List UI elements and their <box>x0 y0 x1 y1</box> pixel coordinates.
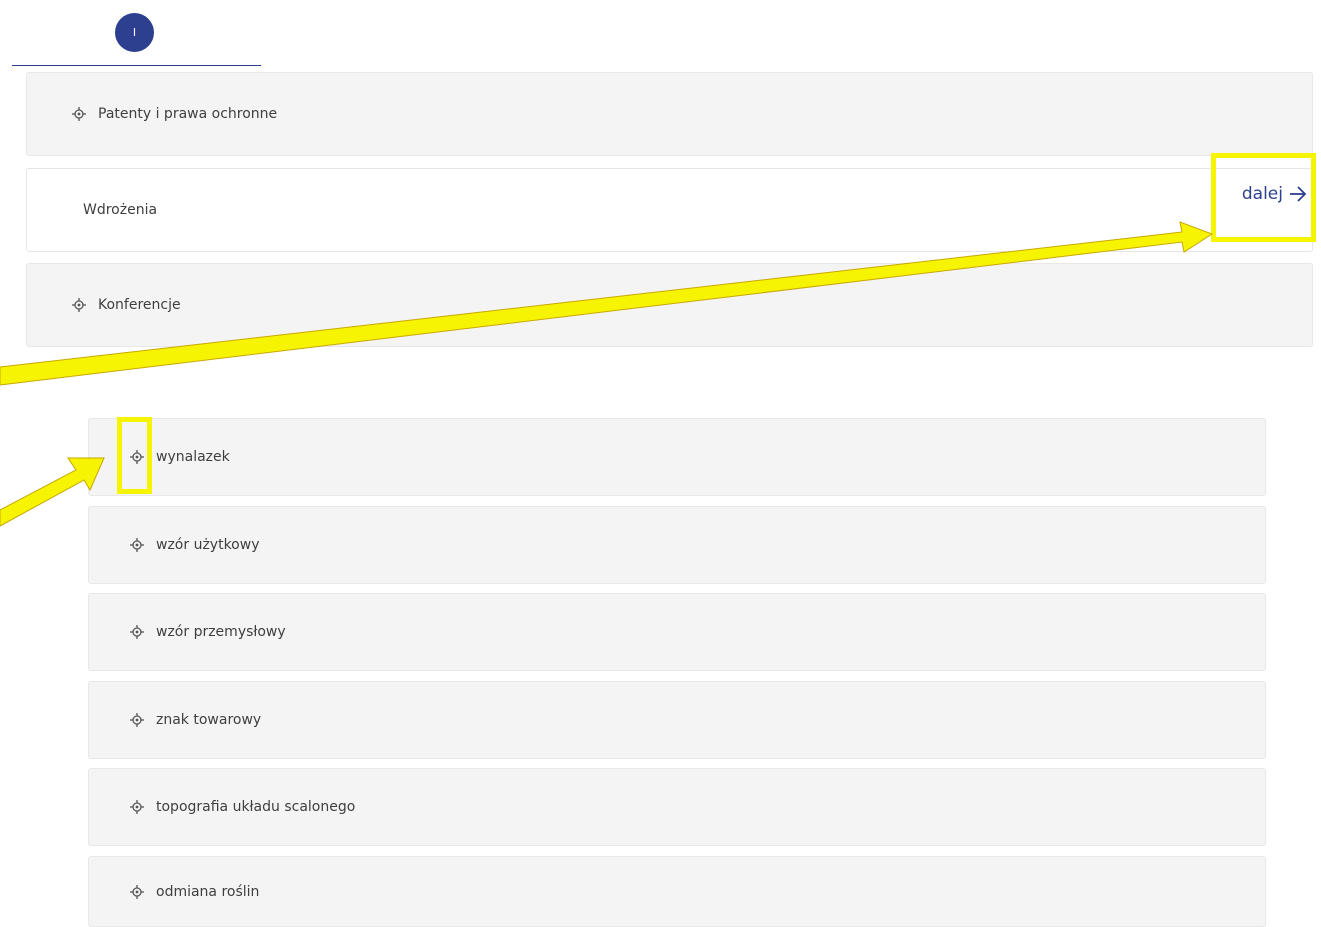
crosshair-icon[interactable] <box>129 624 145 640</box>
subitem-row[interactable]: topografia układu scalonego <box>88 768 1266 846</box>
crosshair-icon[interactable] <box>129 799 145 815</box>
step-number-badge[interactable]: I <box>115 13 154 52</box>
section-patents[interactable]: Patenty i prawa ochronne <box>26 72 1313 156</box>
section-implementations[interactable]: Wdrożenia <box>26 168 1313 252</box>
subitem-label: znak towarowy <box>156 712 262 728</box>
subitem-label: topografia układu scalonego <box>156 799 356 815</box>
highlight-box-icon <box>117 417 152 494</box>
subitem-row[interactable]: znak towarowy <box>88 681 1266 759</box>
subitem-row[interactable]: odmiana roślin <box>88 856 1266 927</box>
step-tab[interactable]: I <box>12 0 261 66</box>
crosshair-icon[interactable] <box>129 537 145 553</box>
subitem-label: wzór użytkowy <box>156 537 260 553</box>
crosshair-icon[interactable] <box>129 884 145 900</box>
subitem-label: wynalazek <box>156 449 230 465</box>
subitem-row[interactable]: wzór użytkowy <box>88 506 1266 584</box>
section-label: Wdrożenia <box>83 202 158 218</box>
subitem-label: odmiana roślin <box>156 883 260 900</box>
subitem-row[interactable]: wzór przemysłowy <box>88 593 1266 671</box>
crosshair-icon[interactable] <box>129 712 145 728</box>
section-label: Konferencje <box>98 297 181 313</box>
section-label: Patenty i prawa ochronne <box>98 106 278 122</box>
highlight-box-next <box>1211 153 1316 242</box>
crosshair-icon <box>71 106 87 122</box>
subitem-row[interactable]: wynalazek <box>88 418 1266 496</box>
section-conferences[interactable]: Konferencje <box>26 263 1313 347</box>
subitem-label: wzór przemysłowy <box>156 624 286 640</box>
crosshair-icon <box>71 297 87 313</box>
